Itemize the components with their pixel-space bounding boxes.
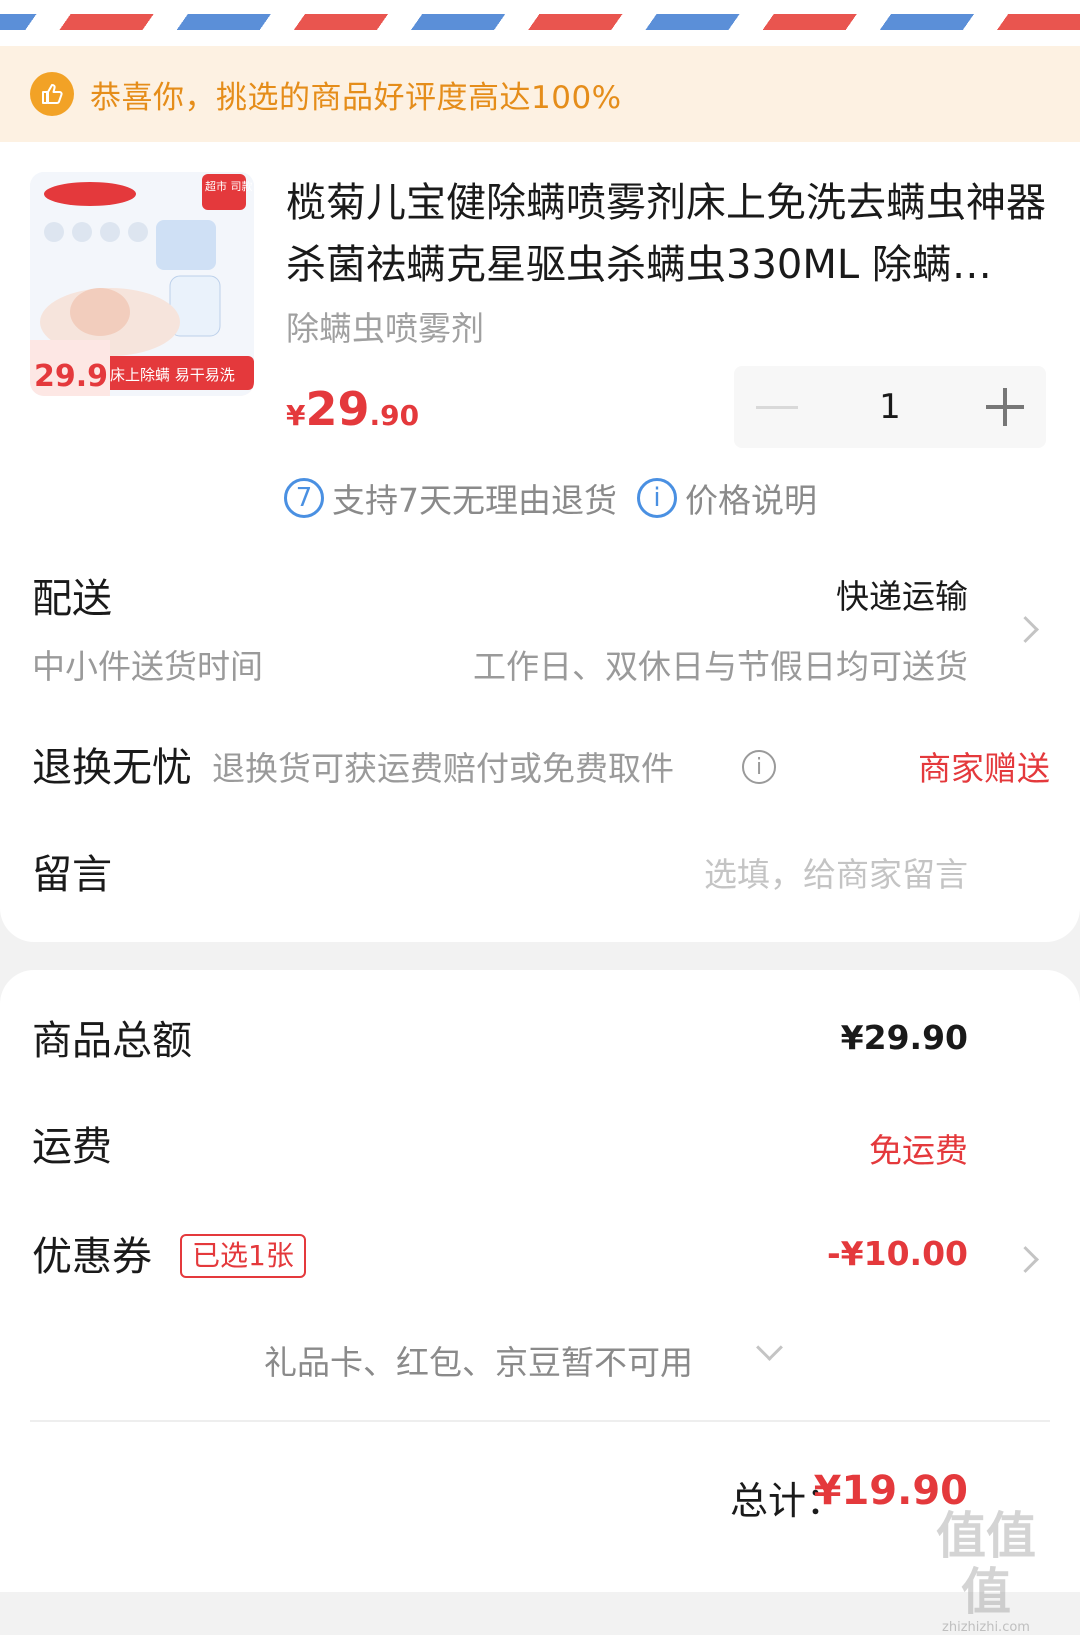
- seven-day-return-icon: 7: [284, 478, 324, 518]
- message-input[interactable]: 选填，给商家留言: [704, 848, 968, 896]
- increase-button[interactable]: [986, 388, 1024, 426]
- coupon-label: 优惠券: [32, 1234, 152, 1280]
- return-service-label: 退换无忧: [32, 745, 192, 791]
- watermark-url: zhizhizhi.com: [942, 1620, 1030, 1635]
- return-policy-text[interactable]: 支持7天无理由退货: [332, 474, 617, 522]
- unavailable-payments-text[interactable]: 礼品卡、红包、京豆暂不可用: [264, 1336, 693, 1384]
- product-spec: 除螨虫喷雾剂: [286, 309, 484, 348]
- return-service-desc: 退换货可获运费赔付或免费取件: [212, 749, 674, 788]
- image-banner-text: 床上除螨 易干易洗: [110, 366, 235, 384]
- stripe-bar: [0, 14, 1080, 30]
- image-tag-text: 超市 司款: [205, 179, 253, 193]
- message-label: 留言: [32, 852, 112, 898]
- return-info-icon[interactable]: i: [742, 750, 776, 784]
- thumbs-up-icon: [30, 72, 74, 116]
- product-image[interactable]: 29.9 床上除螨 易干易洗 超市 司款: [30, 172, 254, 396]
- return-service-value: 商家赠送: [918, 749, 1050, 788]
- shipping-label: 运费: [32, 1124, 112, 1170]
- delivery-time-label: 中小件送货时间: [32, 647, 263, 686]
- info-icon: i: [637, 478, 677, 518]
- goods-total-label: 商品总额: [32, 1018, 192, 1064]
- coupon-selected-badge: 已选1张: [180, 1234, 306, 1278]
- price-explanation-link[interactable]: 价格说明: [685, 474, 817, 522]
- delivery-label: 配送: [32, 576, 112, 622]
- product-image-art: 29.9 床上除螨 易干易洗 超市 司款: [30, 172, 254, 396]
- image-price-text: 29.9: [34, 359, 108, 394]
- decrease-button[interactable]: [756, 406, 798, 409]
- praise-text: 恭喜你，挑选的商品好评度高达100%: [90, 79, 622, 116]
- product-title[interactable]: 榄菊儿宝健除螨喷雾剂床上免洗去螨虫神器杀菌祛螨克星驱虫杀螨虫330ML 除螨…: [286, 172, 1046, 296]
- watermark-logo: 值值值: [936, 1507, 1036, 1621]
- price-integer: 29: [305, 382, 370, 436]
- goods-total-value: ¥29.90: [840, 1018, 968, 1057]
- coupon-value[interactable]: -¥10.00: [827, 1234, 968, 1273]
- thumbs-up-glyph: [42, 84, 63, 104]
- airmail-stripe: [0, 0, 1080, 46]
- summary-divider: [30, 1420, 1050, 1422]
- shipping-value: 免运费: [869, 1131, 968, 1170]
- site-watermark: 值值值 zhizhizhi.com: [916, 1508, 1056, 1635]
- product-price: ¥ 29 .90: [286, 382, 419, 436]
- price-decimal: .90: [369, 399, 420, 432]
- price-currency: ¥: [286, 399, 306, 432]
- praise-notice: 恭喜你，挑选的商品好评度高达100%: [0, 46, 1080, 142]
- quantity-stepper: 1: [734, 366, 1046, 448]
- quantity-value[interactable]: 1: [870, 366, 910, 448]
- service-policy: 7 支持7天无理由退货 i 价格说明: [284, 474, 817, 522]
- delivery-time-value: 工作日、双休日与节假日均可送货: [473, 647, 968, 686]
- delivery-method[interactable]: 快递运输: [836, 570, 968, 618]
